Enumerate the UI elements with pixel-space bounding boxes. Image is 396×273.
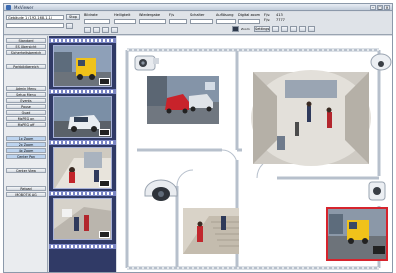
menu-admin[interactable]: Admin Menu [6,86,46,91]
film-bar [49,191,116,196]
viewer-window: MxViewer – □ × Gebäude 1 (192.168.1.1) S… [3,3,393,273]
prev-camera-icon[interactable] [290,26,297,32]
framerate-select[interactable] [84,19,110,24]
menu-es-overview[interactable]: ES Übersicht [6,44,46,49]
switch-select[interactable] [190,19,213,24]
next-camera-icon[interactable] [299,26,306,32]
camera-view-staircase[interactable] [183,208,239,254]
playback-label: Wiedergabe [139,13,161,17]
fps-label: F/s [169,13,175,17]
film-bar [49,89,116,94]
fps-readout-label-1: F/s: [264,13,271,17]
menu-zoom-2x[interactable]: 2x Zoom [6,142,46,147]
zoom-label: Zoom [241,27,250,31]
digital-zoom-label: Digital zoom [238,13,260,17]
resolution-label: Auflösung [216,13,234,17]
playback-select[interactable] [139,19,166,24]
close-button[interactable]: × [384,5,390,10]
title-bar: MxViewer – □ × [4,4,392,11]
thumbnail-preview [99,129,110,136]
menu-mxpeg-off[interactable]: MxPEG off [6,122,46,127]
menu-center-pan[interactable]: Center Pan [6,154,46,159]
film-bar [49,244,116,249]
floor-plan-drawing [125,48,392,270]
maximize-button[interactable]: □ [377,5,383,10]
toolbar: Gebäude 1 (192.168.1.1) Stop Bildrate He… [4,12,392,35]
thumbnail-preview [99,231,110,238]
fps-readout-label-2: F/s: [264,18,271,22]
menu-reload[interactable]: Reload [6,186,46,191]
menu-security-area[interactable]: Sicherheitsbereich [6,50,46,55]
menu-quad[interactable]: Quad [6,110,46,115]
camera-view-parking[interactable] [147,76,219,124]
brightness-select[interactable] [114,19,136,24]
play-icon[interactable] [66,23,73,29]
menu-zoom-4x[interactable]: 4x Zoom [6,148,46,153]
film-bar [49,140,116,145]
menu-mxpeg-on[interactable]: MxPEG on [6,116,46,121]
menu-standard[interactable]: Standard [6,38,46,43]
camera-select[interactable]: Gebäude 1 (192.168.1.1) [6,15,64,20]
fullscreen-icon[interactable] [281,26,288,32]
camera-view-delivery-active[interactable] [326,207,388,261]
resolution-select[interactable] [216,19,236,24]
camera-icon[interactable] [134,55,159,71]
snapshot-icon[interactable] [84,27,91,33]
fps-select[interactable] [169,19,187,24]
menu-zoom-1x[interactable]: 1x Zoom [6,136,46,141]
ceiling-camera-icon[interactable] [370,53,392,71]
forward-icon[interactable] [111,27,118,33]
wall-camera-icon[interactable] [368,181,386,201]
menu-center-view[interactable]: Center View [6,168,46,173]
minimize-button[interactable]: – [370,5,376,10]
record-icon[interactable] [93,27,100,33]
framerate-label: Bildrate [84,13,98,17]
digital-zoom-select[interactable] [238,19,260,24]
fps-readout-value-1: 413 [276,13,283,17]
camera-strip [49,36,116,272]
rewind-icon[interactable] [102,27,109,33]
fps-readout-value-2: 7777 [276,18,285,22]
help-icon[interactable] [272,26,279,32]
menu-events[interactable]: Events [6,98,46,103]
stop-button[interactable]: Stop [66,14,80,20]
settings-button[interactable]: Settings [254,26,270,32]
left-menu: Standard ES Übersicht Sicherheitsbereich… [4,36,48,272]
film-bar [49,38,116,43]
floor-plan [117,36,392,272]
menu-pause[interactable]: Pause [6,104,46,109]
brightness-label: Helligkeit [114,13,131,17]
camera-view-lobby[interactable] [251,70,371,166]
menu-setup[interactable]: Setup Menu [6,92,46,97]
dome-camera-icon[interactable] [144,179,178,201]
menu-parking-area[interactable]: Parkbildbereich [6,64,46,69]
switch-label: Schalter [190,13,205,17]
menu-mobotix[interactable]: MOBOTIX AG [6,192,46,197]
window-controls: – □ × [370,5,390,10]
thumbnail-preview [99,180,110,187]
address-field[interactable] [6,23,64,28]
app-icon [6,5,11,10]
thumbnail-preview [99,78,110,85]
info-icon[interactable] [308,26,315,32]
window-title: MxViewer [14,5,34,10]
zoom-toggle-icon[interactable] [232,26,239,32]
